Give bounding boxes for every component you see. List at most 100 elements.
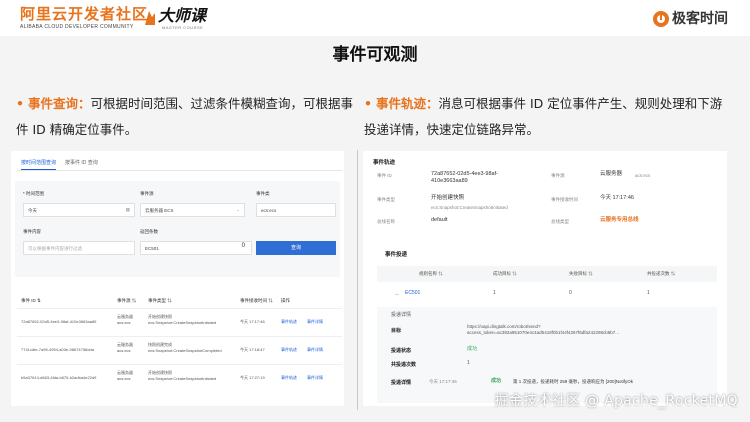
delivery-row: — EC501 1 0 1 <box>377 287 717 303</box>
geek-time-logo-icon <box>653 11 669 27</box>
delivery-count-label: 共投递次数 <box>391 362 417 368</box>
bus-type-label: 总线类型 <box>551 219 569 224</box>
content-filter-input[interactable]: 可以根据事件内容进行过滤 <box>23 241 135 255</box>
log-time: 今天 17:17:46 <box>429 379 457 384</box>
query-button[interactable]: 查询 <box>256 241 336 255</box>
col-event-id[interactable]: 事件 ID ⇅ <box>21 298 41 304</box>
delivery-title: 事件投递 <box>385 252 408 258</box>
time-range-value: 今天 <box>28 208 37 213</box>
row-event-id: 7741cdfe-7a95-4954-a03e-98674756dda <box>21 347 94 352</box>
trace-title: 事件轨迹 <box>373 160 396 166</box>
row-type: 快照创建完成 ecs:Snapshot:CreateSnapshotComplet… <box>148 342 222 353</box>
detail-link[interactable]: 事件详情 <box>307 375 323 381</box>
total-count: 1 <box>647 290 650 296</box>
delivery-count-value: 1 <box>467 360 470 366</box>
col-source[interactable]: 事件源 ⇅ <box>117 298 136 304</box>
row-event-id: 72a87652-02d5-4ee3-98af-410e3663aa89 <box>21 319 97 324</box>
source-label: 事件源 <box>551 173 565 178</box>
trace-link[interactable]: 事件轨迹 <box>281 347 297 353</box>
desc-key: 事件轨迹： <box>375 96 439 111</box>
col-rule-name[interactable]: 规则名称 ⇅ <box>419 271 443 277</box>
fail-count: 0 <box>569 290 572 296</box>
col-success[interactable]: 成功目标 ⇅ <box>493 271 517 277</box>
source-code: acs:ecs <box>635 173 651 178</box>
detail-link[interactable]: 事件详情 <box>307 319 323 325</box>
col-type[interactable]: 事件类型 ⇅ <box>148 298 172 304</box>
count-number: 0 <box>241 243 245 249</box>
source-value: 云服务器 <box>600 171 623 177</box>
count-input[interactable]: EC501 0 <box>140 241 252 255</box>
recv-time-label: 事件接收时间 <box>551 197 578 202</box>
col-recv-time[interactable]: 事件接收时间 ⇅ <box>240 298 273 304</box>
dashike-logo: 大师课 <box>158 6 207 25</box>
tab-event-id[interactable]: 按事件 ID 查询 <box>65 159 98 166</box>
event-id-value: 72a87652-02d5-4ee3-98af-410e3663aa89 <box>431 171 498 184</box>
row-type: 开始创建快照 ecs:Snapshot:CreateSnapshotInitiat… <box>148 314 217 325</box>
desc-key: 事件查询： <box>27 96 91 111</box>
dashike-logo-sub: MASTER COURSE <box>162 25 204 30</box>
chevron-down-icon: ⌄ <box>236 207 240 212</box>
col-total[interactable]: 共投递次数 ⇅ <box>647 271 675 277</box>
delivery-detail: 投递详情 目标 https://oapi.dingtalk.com/robot/… <box>377 307 717 403</box>
row-event-id: b5a37614-d663-4fda-b675-b2adba4e22d9 <box>21 375 97 380</box>
bus-type-value: 云服务专用总线 <box>600 217 639 223</box>
query-tabs: 按时间范围查询 按事件 ID 查询 <box>17 157 342 171</box>
trace-link[interactable]: 事件轨迹 <box>281 375 297 381</box>
target-label: 目标 <box>391 328 402 334</box>
count-label: 返回条数 <box>140 229 158 234</box>
type-value: 开始创建快照 <box>431 195 465 201</box>
trace-link[interactable]: 事件轨迹 <box>281 319 297 325</box>
source-label: 事件源 <box>140 191 154 196</box>
log-status: 成功 <box>491 378 502 384</box>
time-range-label: * 时间范围 <box>23 191 45 196</box>
slide-header: 阿里云开发者社区 ALIBABA CLOUD DEVELOPER COMMUNI… <box>0 0 750 36</box>
row-source: 云服务器 acs.ecs <box>117 370 133 381</box>
calendar-icon: ▦ <box>125 207 130 212</box>
dashike-flame-icon <box>145 11 155 25</box>
divider-line <box>357 150 358 410</box>
event-id-label: 事件 ID <box>377 173 392 178</box>
table-row: 7741cdfe-7a95-4954-a03e-98674756dda 云服务器… <box>17 336 342 364</box>
detail-title: 投递详情 <box>391 312 412 318</box>
event-query-screenshot: 按时间范围查询 按事件 ID 查询 * 时间范围 今天 ▦ 事件源 云服务器 E… <box>11 151 344 406</box>
left-description: • 事件查询：可根据时间范围、过滤条件模糊查询，可根据事件 ID 精确定位事件。 <box>16 91 356 143</box>
detail-link[interactable]: 事件详情 <box>307 347 323 353</box>
row-time: 今天 17:17:46 <box>240 319 265 324</box>
row-source: 云服务器 acs.ecs <box>117 342 133 353</box>
col-actions: 操作 <box>281 298 290 303</box>
target-value: https://oapi.dingtalk.com/robot/send?acc… <box>467 324 620 335</box>
slide-title: 事件可观测 <box>332 45 418 65</box>
status-value: 成功 <box>467 346 478 352</box>
time-range-input[interactable]: 今天 ▦ <box>23 203 135 217</box>
count-value: EC501 <box>145 246 159 251</box>
bullet: • <box>364 96 372 111</box>
row-source: 云服务器 acs.ecs <box>117 314 133 325</box>
row-time: 今天 17:27:19 <box>240 375 265 380</box>
watermark: 掘金技术社区 @ Apache_RocketMQ <box>494 393 738 409</box>
log-label: 投递详情 <box>391 380 412 386</box>
event-trace-screenshot: 事件轨迹 事件 ID 72a87652-02d5-4ee3-98af-410e3… <box>363 151 727 406</box>
rule-name-link[interactable]: EC501 <box>405 290 420 297</box>
row-time: 今天 17:18:47 <box>240 347 265 352</box>
type-label: 事件类型 <box>377 197 395 202</box>
aliyun-logo: 阿里云开发者社区 <box>20 5 149 23</box>
type-value: ecs:ecs <box>261 208 277 213</box>
type-label: 事件类 <box>256 191 270 196</box>
collapse-icon[interactable]: — <box>395 291 399 297</box>
row-type: 开始创建快照 ecs:Snapshot:CreateSnapshotInitiat… <box>148 370 217 381</box>
status-label: 投递状态 <box>391 348 412 354</box>
type-code: ecs:Snapshot:CreateSnapshotInitiated <box>431 205 508 210</box>
delivery-table-header: 规则名称 ⇅ 成功目标 ⇅ 失败目标 ⇅ 共投递次数 ⇅ <box>377 266 717 282</box>
source-select[interactable]: 云服务器 ECS ⌄ <box>140 203 245 217</box>
bullet: • <box>16 96 24 111</box>
bus-name-value: default <box>431 217 448 223</box>
col-fail[interactable]: 失败目标 ⇅ <box>569 271 593 277</box>
filter-area: * 时间范围 今天 ▦ 事件源 云服务器 ECS ⌄ 事件类 ecs:ecs 事… <box>15 181 340 277</box>
recv-time-value: 今天 17:17:46 <box>600 195 634 201</box>
success-count: 1 <box>493 290 496 296</box>
geek-time-logo: 极客时间 <box>672 11 728 27</box>
aliyun-logo-sub: ALIBABA CLOUD DEVELOPER COMMUNITY <box>20 24 134 30</box>
type-select[interactable]: ecs:ecs <box>256 203 336 217</box>
table-row: 72a87652-02d5-4ee3-98af-410e3663aa89 云服务… <box>17 308 342 336</box>
tab-time-range[interactable]: 按时间范围查询 <box>21 159 57 170</box>
